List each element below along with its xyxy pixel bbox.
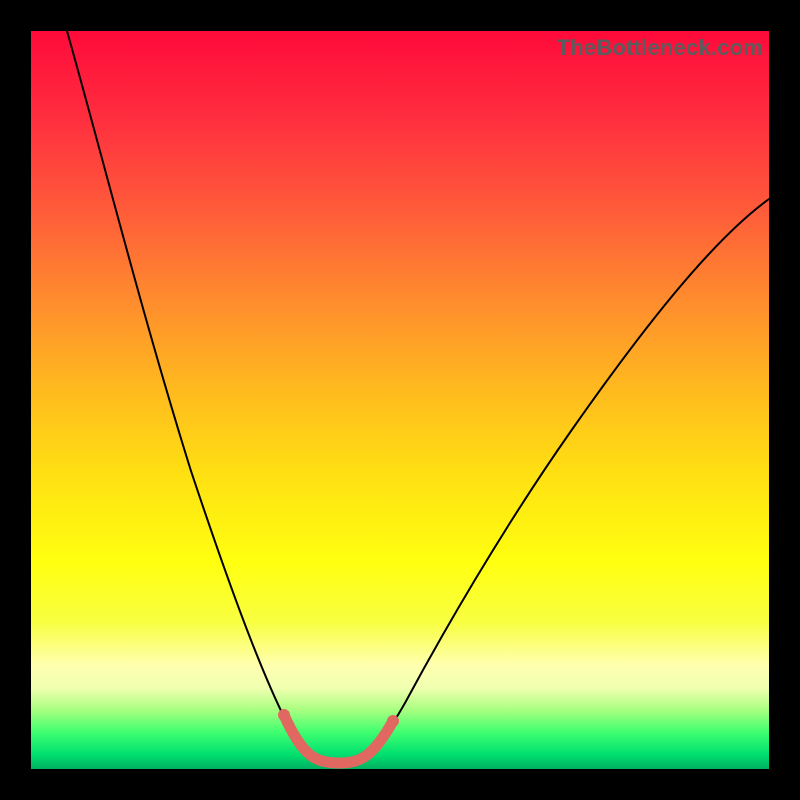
highlight-end-dot xyxy=(387,715,399,727)
highlight-segment xyxy=(284,715,393,763)
highlight-start-dot xyxy=(278,709,290,721)
bottleneck-curve xyxy=(67,31,769,763)
plot-area: TheBottleneck.com xyxy=(31,31,769,769)
curve-svg xyxy=(31,31,769,769)
chart-frame: TheBottleneck.com xyxy=(0,0,800,800)
